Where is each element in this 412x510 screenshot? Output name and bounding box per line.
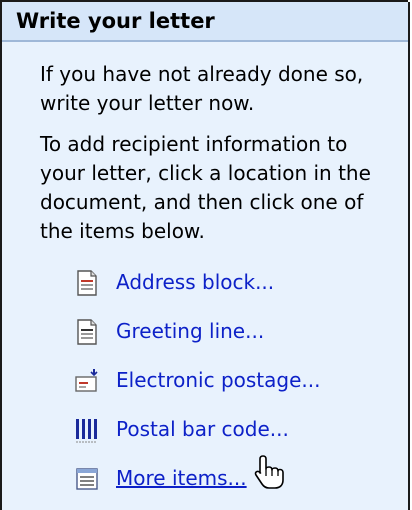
barcode-icon — [76, 418, 97, 442]
electronic-postage-item[interactable]: Electronic postage... — [74, 360, 392, 401]
document-icon — [77, 269, 97, 296]
greeting-line-item[interactable]: Greeting line... — [74, 311, 392, 352]
electronic-postage-link[interactable]: Electronic postage... — [116, 366, 320, 395]
postal-bar-code-item[interactable]: Postal bar code... — [74, 409, 392, 450]
postal-bar-code-link[interactable]: Postal bar code... — [116, 415, 289, 444]
more-items-item[interactable]: More items... — [74, 458, 392, 499]
pane-header: Write your letter — [2, 2, 408, 42]
pane-title: Write your letter — [16, 9, 215, 33]
document-icon — [77, 318, 97, 345]
address-block-item[interactable]: Address block... — [74, 262, 392, 303]
list-icon — [76, 467, 98, 490]
more-items-link[interactable]: More items... — [116, 464, 247, 493]
task-pane: Write your letter If you have not alread… — [0, 0, 410, 510]
address-block-link[interactable]: Address block... — [116, 268, 274, 297]
greeting-line-link[interactable]: Greeting line... — [116, 317, 264, 346]
pane-content: If you have not already done so, write y… — [2, 42, 408, 499]
instruction-text-2: To add recipient information to your let… — [40, 132, 371, 243]
instruction-text-1: If you have not already done so, write y… — [40, 62, 364, 115]
hand-pointer-icon — [254, 455, 284, 489]
postage-icon — [75, 368, 98, 392]
item-list: Address block... Greeting line... Electr… — [40, 262, 392, 499]
